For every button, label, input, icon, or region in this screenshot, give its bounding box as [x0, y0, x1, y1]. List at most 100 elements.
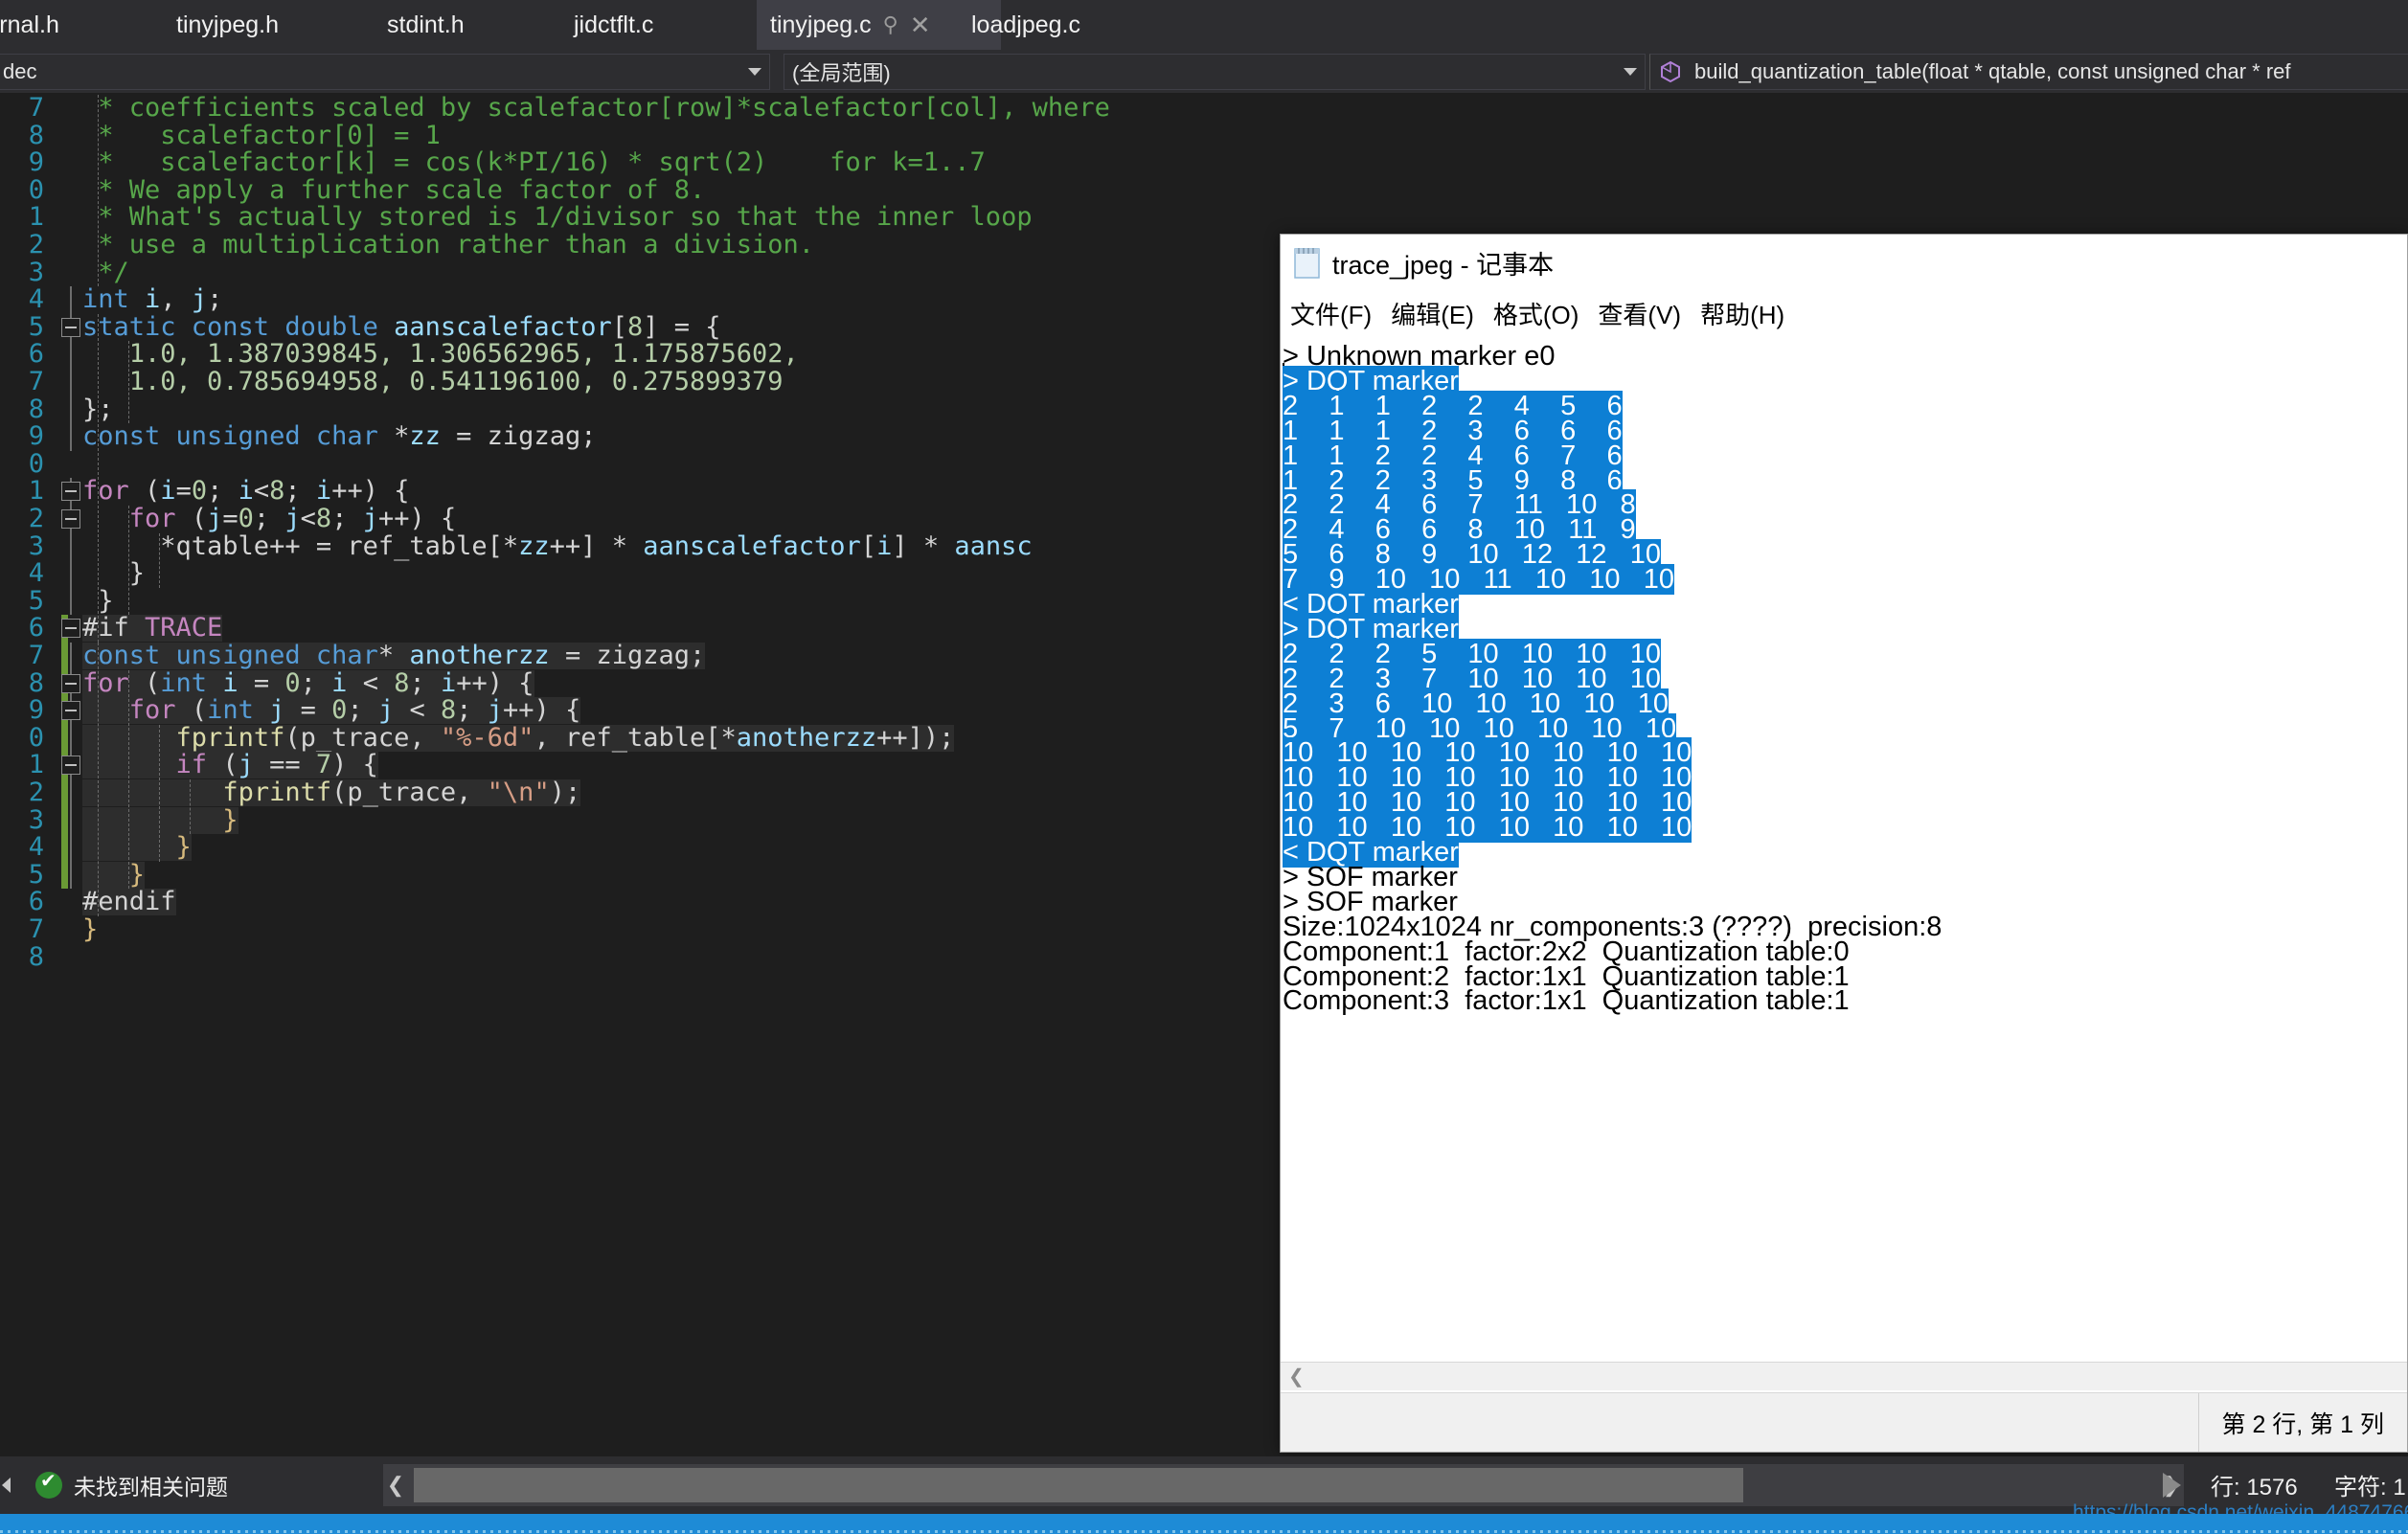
- line-number: 6: [0, 341, 44, 368]
- code-token: *: [378, 641, 410, 670]
- code-line[interactable]: * scalefactor[0] = 1: [82, 123, 441, 149]
- code-line[interactable]: const unsigned char *zz = zigzag;: [82, 423, 596, 450]
- code-token: aansc: [954, 531, 1032, 561]
- notepad-menu-item-3[interactable]: 查看(V): [1598, 296, 1681, 331]
- code-token: =: [441, 421, 488, 451]
- code-line[interactable]: * What's actually stored is 1/divisor so…: [82, 204, 1033, 231]
- scrollbar-thumb[interactable]: [414, 1468, 1743, 1502]
- collapse-left-icon[interactable]: [2, 1478, 11, 1493]
- code-token: 7: [316, 750, 331, 779]
- code-line[interactable]: }: [82, 862, 145, 889]
- editor-tab-loadjpeg-c[interactable]: loadjpeg.c: [958, 0, 1164, 50]
- member-scope-dropdown[interactable]: build_quantization_table(float * qtable,…: [1649, 54, 2408, 90]
- code-line[interactable]: for (i=0; i<8; i++) {: [82, 478, 409, 505]
- code-token: ;: [254, 504, 285, 533]
- notepad-menu-item-0[interactable]: 文件(F): [1290, 296, 1372, 331]
- code-line[interactable]: }: [82, 834, 192, 861]
- ide-accent-bar: [0, 1514, 2408, 1534]
- chevron-left-icon[interactable]: ❮: [1288, 1365, 1305, 1388]
- play-icon[interactable]: [2163, 1473, 2181, 1498]
- code-token: i: [876, 531, 892, 561]
- notepad-title-bar[interactable]: trace_jpeg - 记事本: [1281, 235, 2407, 290]
- editor-horizontal-scrollbar[interactable]: ❮ ❯: [383, 1464, 2184, 1506]
- editor-tab-tinyjpeg-h[interactable]: tinyjpeg.h: [163, 0, 354, 50]
- code-line[interactable]: 1.0, 0.785694958, 0.541196100, 0.2758993…: [82, 369, 784, 395]
- code-token: (: [207, 750, 239, 779]
- code-line[interactable]: #if TRACE: [82, 615, 222, 642]
- notepad-text-area[interactable]: > Unknown marker e0> DQT marker2 1 1 2 2…: [1281, 336, 2407, 1344]
- namespace-scope-dropdown[interactable]: (全局范围): [784, 54, 1646, 90]
- project-scope-dropdown[interactable]: dec: [0, 54, 770, 90]
- editor-tab-internal-h[interactable]: internal.h: [0, 0, 129, 50]
- chevron-down-icon[interactable]: [748, 68, 761, 76]
- line-number: 4: [0, 834, 44, 861]
- indent-guide: [128, 341, 129, 423]
- fold-toggle[interactable]: [61, 619, 80, 638]
- notepad-menu-item-2[interactable]: 格式(O): [1493, 296, 1579, 331]
- fold-toggle[interactable]: [61, 756, 80, 775]
- scroll-left-icon[interactable]: ❮: [383, 1473, 408, 1498]
- fold-toggle[interactable]: [61, 701, 80, 720]
- code-token: <: [394, 695, 441, 725]
- close-icon[interactable]: ✕: [910, 12, 931, 37]
- fold-toggle[interactable]: [61, 482, 80, 501]
- code-token: ;: [284, 476, 316, 506]
- tab-label: internal.h: [0, 11, 59, 39]
- line-number: 9: [0, 697, 44, 724]
- code-line[interactable]: * use a multiplication rather than a div…: [82, 232, 814, 259]
- notepad-text-line: > DQT marker: [1283, 369, 1459, 394]
- code-line[interactable]: fprintf(p_trace, "%-6d", ref_table[*anot…: [82, 725, 954, 752]
- code-line[interactable]: }: [82, 916, 98, 943]
- namespace-scope-value: (全局范围): [792, 56, 891, 87]
- code-line[interactable]: for (j=0; j<8; j++) {: [82, 506, 456, 532]
- code-line[interactable]: }: [82, 560, 145, 587]
- notepad-window[interactable]: trace_jpeg - 记事本 文件(F) 编辑(E) 格式(O) 查看(V) 帮助(…: [1280, 234, 2408, 1453]
- code-line[interactable]: * scalefactor[k] = cos(k*PI/16) * sqrt(2…: [82, 149, 986, 176]
- notepad-menu-bar[interactable]: 文件(F) 编辑(E) 格式(O) 查看(V) 帮助(H): [1281, 290, 2407, 336]
- code-line[interactable]: for (int i = 0; i < 8; i++) {: [82, 670, 534, 697]
- member-scope-value: build_quantization_table(float * qtable,…: [1694, 59, 2291, 84]
- code-token: 8: [269, 476, 284, 506]
- code-line[interactable]: *qtable++ = ref_table[*zz++] * aanscalef…: [82, 533, 1033, 560]
- code-line[interactable]: int i, j;: [82, 286, 222, 313]
- fold-toggle[interactable]: [61, 509, 80, 529]
- line-number: 0: [0, 451, 44, 478]
- code-token: 0: [331, 695, 347, 725]
- code-line[interactable]: for (int j = 0; j < 8; j++) {: [82, 697, 580, 724]
- fold-toggle[interactable]: [61, 318, 80, 337]
- code-line[interactable]: 1.0, 1.387039845, 1.306562965, 1.1758756…: [82, 341, 799, 368]
- scrollbar-track[interactable]: [408, 1468, 2159, 1502]
- code-token: (: [176, 504, 208, 533]
- code-line[interactable]: * coefficients scaled by scalefactor[row…: [82, 95, 1110, 122]
- code-token: =: [284, 695, 331, 725]
- notepad-text-line: > DQT marker: [1283, 617, 1459, 642]
- notepad-menu-item-4[interactable]: 帮助(H): [1700, 296, 1784, 331]
- indent-guide: [98, 95, 99, 286]
- project-scope-value: dec: [3, 59, 36, 84]
- code-token: ;: [456, 695, 488, 725]
- code-line[interactable]: static const double aanscalefactor[8] = …: [82, 314, 721, 341]
- line-number: 4: [0, 286, 44, 313]
- code-line[interactable]: fprintf(p_trace, "\n");: [82, 779, 580, 806]
- code-token: j: [378, 695, 394, 725]
- notepad-horizontal-scrollbar[interactable]: ❮: [1281, 1362, 2407, 1390]
- code-line[interactable]: if (j == 7) {: [82, 752, 378, 778]
- chevron-down-icon[interactable]: [1624, 68, 1637, 76]
- notepad-title-text: trace_jpeg - 记事本: [1332, 244, 1554, 282]
- code-line[interactable]: */: [82, 259, 129, 286]
- pin-icon[interactable]: ⚲: [883, 14, 898, 35]
- code-line[interactable]: }: [82, 807, 239, 834]
- fold-toggle[interactable]: [61, 674, 80, 693]
- editor-tab-jidctflt-c[interactable]: jidctflt.c: [560, 0, 752, 50]
- line-number: 1: [0, 478, 44, 505]
- code-line[interactable]: #endif: [82, 889, 176, 915]
- code-line[interactable]: const unsigned char* anotherzz = zigzag;: [82, 643, 705, 669]
- notepad-text-line: 1 1 2 2 4 6 7 6: [1283, 443, 1623, 468]
- code-token: ] *: [892, 531, 954, 561]
- code-line[interactable]: * We apply a further scale factor of 8.: [82, 177, 705, 204]
- notepad-menu-item-1[interactable]: 编辑(E): [1391, 296, 1474, 331]
- line-number: 7: [0, 369, 44, 395]
- indent-guide: [190, 779, 191, 834]
- editor-tab-stdint-h[interactable]: stdint.h: [374, 0, 551, 50]
- code-token: i: [316, 476, 331, 506]
